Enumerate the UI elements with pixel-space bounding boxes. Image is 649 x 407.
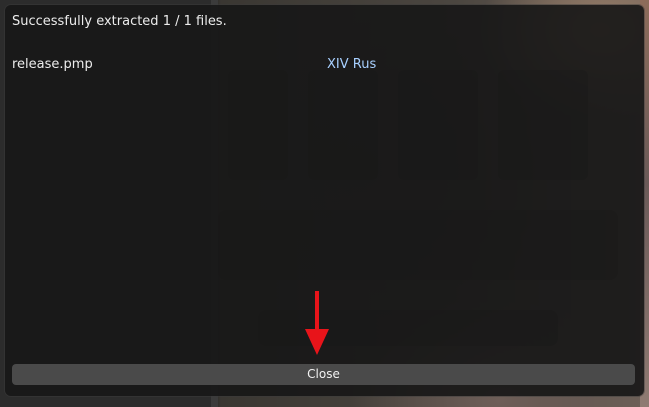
dialog-title: Successfully extracted 1 / 1 files. bbox=[12, 14, 227, 29]
red-down-arrow-icon bbox=[305, 291, 329, 355]
mod-name-link[interactable]: XIV Rus bbox=[327, 57, 376, 72]
close-button[interactable]: Close bbox=[12, 364, 635, 385]
file-name: release.pmp bbox=[12, 57, 93, 72]
file-row: release.pmp XIV Rus bbox=[12, 57, 632, 75]
